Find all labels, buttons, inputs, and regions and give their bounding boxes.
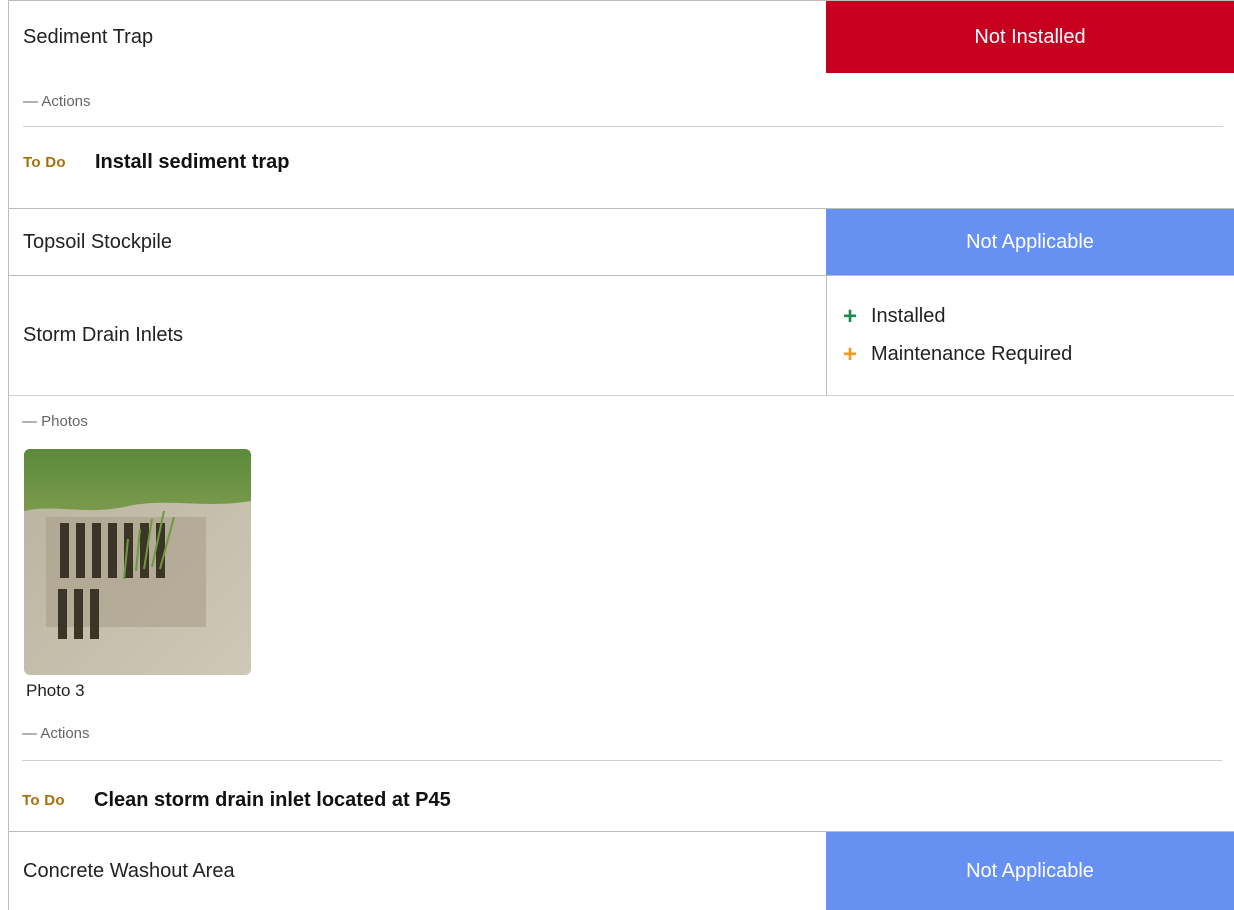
action-text: Clean storm drain inlet located at P45	[94, 789, 451, 811]
action-text: Install sediment trap	[95, 151, 290, 173]
row-storm-drain-inlets[interactable]: Storm Drain Inlets + Installed + Mainten…	[8, 275, 1234, 396]
actions-toggle[interactable]: — Actions	[22, 725, 90, 742]
row-label: Topsoil Stockpile	[23, 230, 172, 253]
storm-drain-photo[interactable]	[24, 449, 251, 675]
sediment-trap-details: — Actions To Do Install sediment trap	[8, 73, 1234, 208]
row-label: Sediment Trap	[23, 25, 154, 48]
storm-drain-photo-image	[24, 449, 251, 675]
status-label: Maintenance Required	[871, 343, 1073, 365]
row-label: Storm Drain Inlets	[23, 324, 184, 346]
status-maintenance-required[interactable]: + Maintenance Required	[843, 340, 1073, 368]
divider	[23, 126, 1223, 127]
status-list: + Installed + Maintenance Required	[826, 276, 1234, 395]
action-item[interactable]: To Do Clean storm drain inlet located at…	[22, 789, 451, 812]
photo-caption: Photo 3	[26, 681, 85, 700]
status-badge-not-applicable[interactable]: Not Applicable	[826, 209, 1234, 275]
todo-badge: To Do	[23, 154, 66, 171]
status-installed[interactable]: + Installed	[843, 302, 946, 330]
row-concrete-washout-area[interactable]: Concrete Washout Area Not Applicable	[8, 831, 1234, 910]
todo-badge: To Do	[22, 792, 65, 809]
status-label: Installed	[871, 305, 946, 327]
row-label: Concrete Washout Area	[23, 859, 235, 882]
status-badge-not-installed[interactable]: Not Installed	[826, 1, 1234, 73]
photos-toggle[interactable]: — Photos	[22, 413, 88, 430]
action-item[interactable]: To Do Install sediment trap	[23, 151, 290, 174]
plus-icon: +	[843, 302, 858, 330]
plus-icon: +	[843, 340, 858, 368]
row-sediment-trap[interactable]: Sediment Trap Not Installed	[8, 0, 1234, 73]
status-badge-not-applicable[interactable]: Not Applicable	[826, 832, 1234, 910]
divider	[22, 760, 1222, 761]
actions-toggle[interactable]: — Actions	[23, 93, 91, 110]
row-topsoil-stockpile[interactable]: Topsoil Stockpile Not Applicable	[8, 208, 1234, 275]
